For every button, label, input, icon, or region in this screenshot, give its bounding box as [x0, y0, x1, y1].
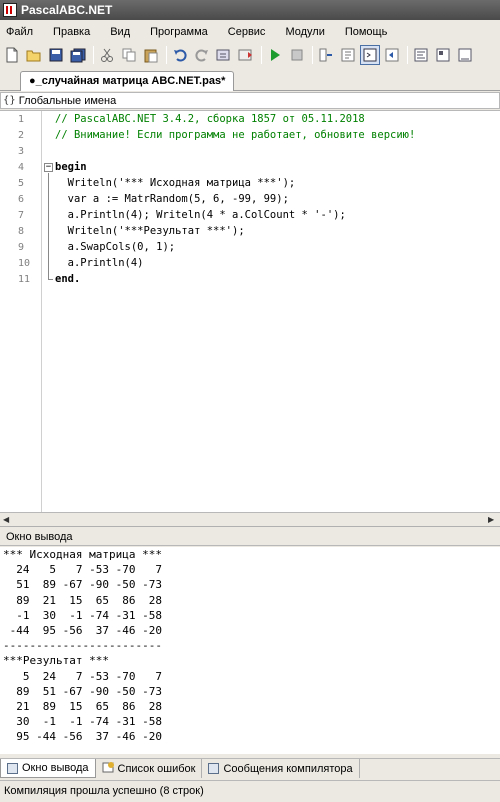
compiler-messages-icon: [208, 763, 220, 774]
output-window-icon: [7, 762, 18, 774]
output-line: *** Исходная матрица ***: [3, 548, 162, 561]
line-number: 1: [18, 114, 25, 125]
line-number: 10: [18, 258, 31, 269]
save-all-icon[interactable]: [68, 45, 88, 65]
output-line: 89 21 15 65 86 28: [3, 593, 162, 607]
tab-label: Окно вывода: [22, 762, 89, 774]
debug-icon[interactable]: [236, 45, 256, 65]
compile-icon[interactable]: [214, 45, 234, 65]
menu-program[interactable]: Программа: [150, 26, 208, 38]
scroll-left-icon[interactable]: ◀: [3, 515, 9, 524]
fold-guide: [48, 173, 49, 279]
output-panel-title: Окно вывода: [0, 528, 500, 546]
code-editor[interactable]: 1 2 3 4 5 6 7 8 9 10 11 − // PascalABC.N…: [0, 110, 500, 513]
editor-horizontal-scrollbar[interactable]: ◀ ▶: [0, 513, 500, 527]
menu-file[interactable]: Файл: [6, 26, 33, 38]
tab-label: Сообщения компилятора: [223, 762, 353, 775]
tab-error-list[interactable]: Список ошибок: [96, 759, 203, 778]
menu-bar: Файл Правка Вид Программа Сервис Модули …: [0, 22, 500, 42]
line-number-gutter: 1 2 3 4 5 6 7 8 9 10 11: [0, 111, 42, 512]
error-list-icon: [102, 761, 114, 776]
code-line: a.SwapCols(0, 1);: [55, 241, 176, 253]
toolbar-separator: [93, 46, 94, 64]
menu-edit[interactable]: Правка: [53, 26, 90, 38]
paste-icon[interactable]: [141, 45, 161, 65]
line-number: 4: [18, 162, 25, 173]
code-line: // Внимание! Если программа не работает,…: [55, 129, 416, 141]
bottom-panel-tabs: Окно вывода Список ошибок Сообщения комп…: [0, 758, 500, 778]
output-line: -1 30 -1 -74 -31 -58: [3, 608, 162, 622]
line-number: 6: [18, 194, 25, 205]
stop-icon[interactable]: [287, 45, 307, 65]
toolbar: [0, 43, 500, 67]
output-line: 30 -1 -1 -74 -31 -58: [3, 715, 162, 729]
format-code-icon[interactable]: [411, 45, 431, 65]
line-number: 8: [18, 226, 25, 237]
menu-service[interactable]: Сервис: [228, 26, 266, 38]
code-line: begin: [55, 161, 87, 173]
run-icon[interactable]: [265, 45, 285, 65]
braces-icon: {}: [3, 95, 16, 106]
document-tabs: ●_случайная матрица ABC.NET.pas*: [0, 69, 500, 91]
open-icon[interactable]: [24, 45, 44, 65]
line-number: 9: [18, 242, 25, 253]
line-number: 5: [18, 178, 25, 189]
cut-icon[interactable]: [97, 45, 117, 65]
line-number: 2: [18, 130, 25, 141]
scope-label: Глобальные имена: [18, 94, 117, 107]
menu-help[interactable]: Помощь: [345, 26, 388, 38]
output-line: 95 -44 -56 37 -46 -20: [3, 730, 162, 744]
app-logo-icon: [3, 3, 17, 17]
title-bar: PascalABC.NET: [0, 0, 500, 20]
fold-toggle-icon[interactable]: −: [44, 163, 53, 172]
code-line: // PascalABC.NET 3.4.2, сборка 1857 от 0…: [55, 113, 365, 125]
status-bar: Компиляция прошла успешно (8 строк): [0, 780, 500, 802]
output-line: ------------------------: [3, 639, 162, 653]
module-icon[interactable]: [455, 45, 475, 65]
new-file-icon[interactable]: [2, 45, 22, 65]
step-icon[interactable]: [316, 45, 336, 65]
output-line: 51 89 -67 -90 -50 -73: [3, 578, 162, 592]
code-line: end.: [55, 273, 81, 285]
code-line: a.Println(4); Writeln(4 * a.ColCount * '…: [55, 209, 346, 221]
scroll-right-icon[interactable]: ▶: [488, 515, 494, 524]
toolbar-separator: [166, 46, 167, 64]
tab-current-file[interactable]: ●_случайная матрица ABC.NET.pas*: [20, 71, 235, 91]
output-line: 89 51 -67 -90 -50 -73: [3, 684, 162, 698]
toolbar-separator: [312, 46, 313, 64]
form-designer-icon[interactable]: [433, 45, 453, 65]
tab-output-window[interactable]: Окно вывода: [0, 759, 96, 778]
output-window-icon[interactable]: [360, 45, 380, 65]
toolbar-separator: [407, 46, 408, 64]
output-line: -44 95 -56 37 -46 -20: [3, 623, 162, 637]
scope-selector[interactable]: {} Глобальные имена: [0, 92, 500, 109]
menu-modules[interactable]: Модули: [285, 26, 324, 38]
step-over-icon[interactable]: [382, 45, 402, 65]
code-line: Writeln('*** Исходная матрица ***');: [55, 177, 296, 189]
code-line: a.Println(4): [55, 257, 144, 269]
toolbar-separator: [261, 46, 262, 64]
output-line: ***Результат ***: [3, 654, 109, 668]
code-line: var a := MatrRandom(5, 6, -99, 99);: [55, 193, 289, 205]
output-line: 21 89 15 65 86 28: [3, 699, 162, 713]
step-into-icon[interactable]: [338, 45, 358, 65]
redo-icon[interactable]: [192, 45, 212, 65]
copy-icon[interactable]: [119, 45, 139, 65]
line-number: 7: [18, 210, 25, 221]
undo-icon[interactable]: [170, 45, 190, 65]
line-number: 3: [18, 146, 25, 157]
output-line: 5 24 7 -53 -70 7: [3, 669, 162, 683]
fold-guide-end: [48, 279, 53, 280]
save-icon[interactable]: [46, 45, 66, 65]
code-line: Writeln('***Результат ***');: [55, 225, 245, 237]
line-number: 11: [18, 274, 31, 285]
output-line: 24 5 7 -53 -70 7: [3, 563, 162, 577]
window-title: PascalABC.NET: [21, 3, 113, 17]
output-panel[interactable]: *** Исходная матрица *** 24 5 7 -53 -70 …: [0, 547, 500, 754]
tab-label: Список ошибок: [117, 762, 196, 775]
tab-compiler-messages[interactable]: Сообщения компилятора: [202, 759, 360, 778]
menu-view[interactable]: Вид: [110, 26, 130, 38]
